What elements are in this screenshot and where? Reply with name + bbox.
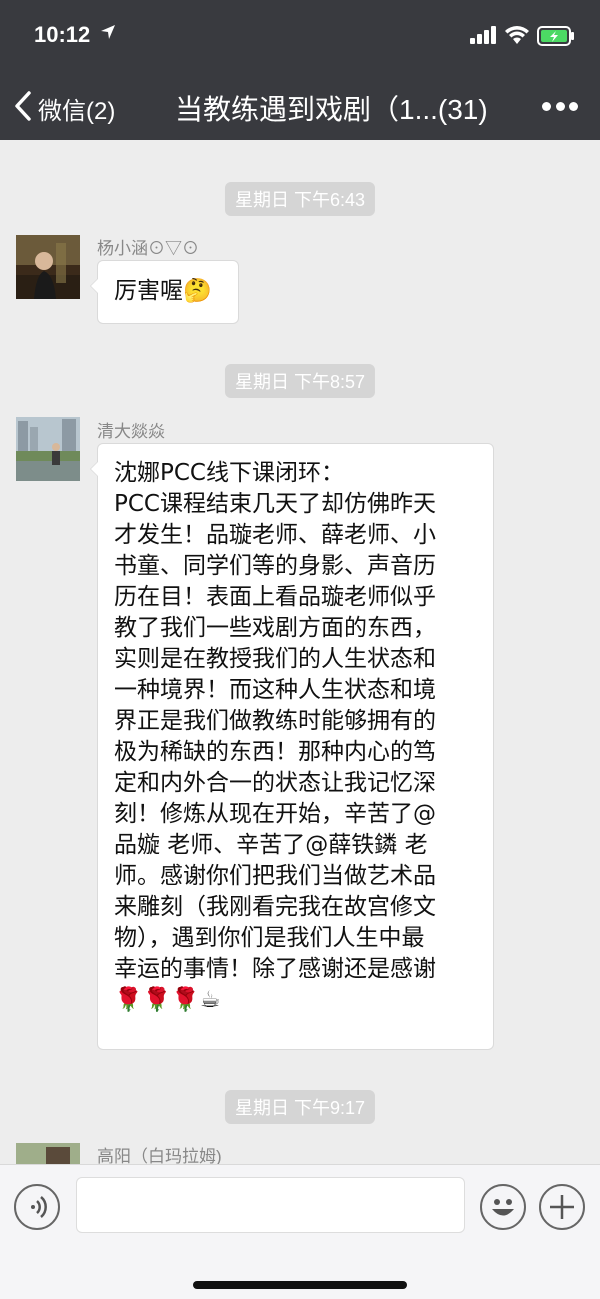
message-bubble[interactable]: 厉害喔🤔 xyxy=(90,260,239,324)
message-line: 才发生！品璇老师、薛老师、小 xyxy=(114,522,436,548)
timestamp: 星期日 下午9:17 xyxy=(224,1090,376,1124)
message-line: 教了我们一些戏剧方面的东西， xyxy=(114,615,436,641)
message-line: 刻！修炼从现在开始，辛苦了@ xyxy=(114,801,436,827)
status-time: 10:12 xyxy=(34,22,91,47)
avatar[interactable] xyxy=(16,1143,80,1164)
input-bar xyxy=(0,1164,600,1299)
message-line: 沈娜PCC线下课闭环： xyxy=(114,460,344,486)
message-bubble[interactable]: 沈娜PCC线下课闭环： PCC课程结束几天了却仿佛昨天 才发生！品璇老师、薛老师… xyxy=(90,443,494,1050)
message-input[interactable] xyxy=(76,1177,465,1233)
sender-name: 清大燚焱 xyxy=(97,422,165,441)
nav-bar: 微信(2) 当教练遇到戏剧（1...(31) xyxy=(0,72,600,140)
message-text: 厉害喔🤔 xyxy=(114,278,212,304)
back-label: 微信(2) xyxy=(38,97,116,125)
message-line: 历在目！表面上看品璇老师似乎 xyxy=(114,584,436,610)
more-dots-icon[interactable] xyxy=(542,102,578,114)
back-button[interactable]: 微信(2) xyxy=(14,91,144,125)
emoji-icon[interactable] xyxy=(480,1184,526,1230)
message-line: 界正是我们做教练时能够拥有的 xyxy=(114,708,436,734)
signal-icon xyxy=(470,26,498,48)
chat-title: 当教练遇到戏剧（1...(31) xyxy=(175,94,488,125)
plus-icon[interactable] xyxy=(539,1184,585,1230)
avatar[interactable] xyxy=(16,235,80,299)
message-line: 品嫙 老师、辛苦了@薛铁鏻 老 xyxy=(114,832,428,858)
timestamp: 星期日 下午8:57 xyxy=(224,364,376,398)
message-line: 来雕刻（我刚看完我在故宫修文 xyxy=(114,894,436,920)
chat-area[interactable]: 星期日 下午6:43 杨小涵⊙▽⊙ 厉害喔🤔 星期日 下午8:57 清大燚焱 沈… xyxy=(0,140,600,1164)
message-line: 幸运的事情！除了感谢还是感谢 xyxy=(114,956,436,982)
sender-name: 高阳（白玛拉姆) xyxy=(97,1147,222,1164)
voice-icon[interactable] xyxy=(14,1184,60,1230)
location-arrow-icon xyxy=(100,24,116,44)
message-line: 书童、同学们等的身影、声音历 xyxy=(114,553,436,579)
message-line: 极为稀缺的东西！那种内心的笃 xyxy=(114,739,436,765)
message-line: PCC课程结束几天了却仿佛昨天 xyxy=(114,491,436,517)
message-line: 定和内外合一的状态让我记忆深 xyxy=(114,770,436,796)
home-indicator[interactable] xyxy=(193,1281,407,1289)
avatar[interactable] xyxy=(16,417,80,481)
message-line: 实则是在教授我们的人生状态和 xyxy=(114,646,436,672)
message-line: 🌹🌹🌹☕ xyxy=(114,987,221,1013)
wifi-icon xyxy=(504,24,530,48)
timestamp: 星期日 下午6:43 xyxy=(224,182,376,216)
battery-charging-icon xyxy=(537,26,575,50)
sender-name: 杨小涵⊙▽⊙ xyxy=(97,239,199,258)
message-line: 物），遇到你们是我们人生中最 xyxy=(114,925,425,951)
message-line: 师。感谢你们把我们当做艺术品 xyxy=(114,863,436,889)
chevron-left-icon xyxy=(14,91,32,125)
message-line: 一种境界！而这种人生状态和境 xyxy=(114,677,436,703)
status-bar: 10:12 xyxy=(0,0,600,72)
